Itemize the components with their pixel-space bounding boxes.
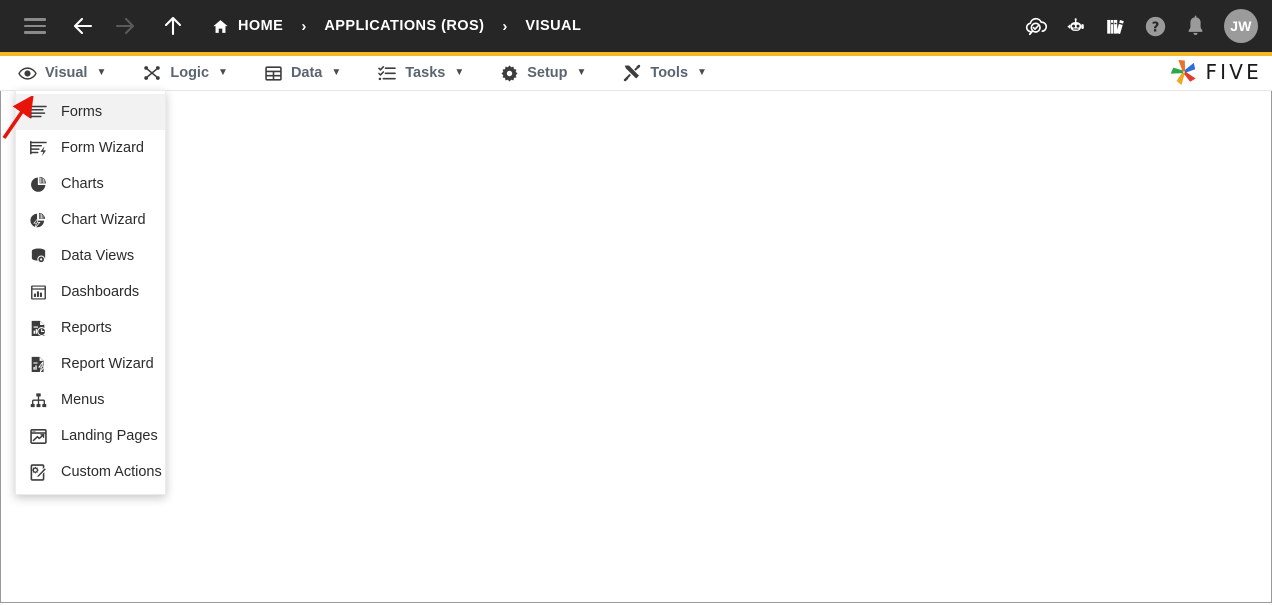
arrow-right-icon — [115, 17, 135, 35]
visual-dropdown-menu: Forms Form Wizard Charts Chart Wizard Da… — [15, 90, 166, 495]
menu-setup[interactable]: Setup ▼ — [500, 64, 586, 83]
cloud-search-button[interactable] — [1020, 11, 1050, 41]
top-header-bar: HOME › APPLICATIONS (ROS) › VISUAL ? JW — [0, 0, 1272, 52]
sitemap-icon — [29, 391, 48, 410]
breadcrumb-item-home[interactable]: HOME — [212, 18, 283, 35]
arrow-left-icon — [73, 17, 93, 35]
menu-item-label: Landing Pages — [61, 428, 158, 444]
home-icon — [213, 19, 228, 33]
breadcrumb-label: APPLICATIONS (ROS) — [324, 18, 485, 34]
report-wizard-icon — [29, 355, 48, 374]
table-grid-icon — [264, 64, 283, 83]
menu-item-label: Forms — [61, 104, 103, 120]
custom-action-icon — [29, 463, 48, 482]
menu-item-chart-wizard[interactable]: Chart Wizard — [16, 202, 165, 238]
library-books-icon — [1106, 19, 1124, 34]
chevron-down-icon: ▼ — [218, 67, 228, 78]
form-lines-icon — [29, 103, 48, 122]
bell-icon — [1188, 15, 1202, 35]
menu-data[interactable]: Data ▼ — [264, 64, 341, 83]
menu-item-label: Form Wizard — [61, 140, 144, 156]
menu-item-label: Menus — [61, 392, 105, 408]
menu-label: Setup — [527, 65, 568, 81]
chat-bot-button[interactable] — [1060, 11, 1090, 41]
breadcrumb-label: HOME — [238, 18, 284, 34]
brand-wordmark: FIVE — [1205, 60, 1262, 84]
menu-item-forms[interactable]: Forms — [16, 94, 165, 130]
breadcrumb-item-visual[interactable]: VISUAL — [525, 18, 581, 34]
breadcrumb-separator: › — [502, 17, 508, 35]
page-canvas — [0, 91, 1272, 603]
avatar[interactable]: JW — [1224, 9, 1258, 43]
form-wizard-icon — [29, 139, 48, 158]
svg-text:?: ? — [1151, 20, 1159, 35]
eye-icon — [18, 64, 37, 83]
header-actions: ? JW — [1020, 9, 1258, 43]
breadcrumb-item-applications[interactable]: APPLICATIONS (ROS) — [324, 18, 484, 34]
chevron-down-icon: ▼ — [454, 67, 465, 78]
menu-item-label: Charts — [61, 176, 104, 192]
hamburger-menu-button[interactable] — [18, 9, 52, 43]
menu-item-label: Custom Actions — [61, 464, 162, 480]
hamburger-icon — [24, 18, 46, 34]
chevron-down-icon: ▼ — [576, 67, 587, 78]
chart-wizard-icon — [29, 211, 48, 230]
menu-item-landing-pages[interactable]: Landing Pages — [16, 418, 165, 454]
chat-bot-icon — [1066, 17, 1084, 31]
menu-label: Tasks — [405, 65, 446, 81]
menu-label: Data — [290, 65, 323, 81]
database-view-icon — [29, 247, 48, 266]
brand-logo: FIVE — [1170, 58, 1262, 86]
help-button[interactable]: ? — [1140, 11, 1170, 41]
menu-item-label: Chart Wizard — [61, 212, 146, 228]
menu-label: Tools — [650, 65, 689, 81]
menu-item-label: Report Wizard — [61, 356, 154, 372]
menu-item-custom-actions[interactable]: Custom Actions — [16, 454, 165, 490]
menu-tasks[interactable]: Tasks ▼ — [377, 63, 464, 83]
breadcrumb: HOME › APPLICATIONS (ROS) › VISUAL — [212, 18, 581, 35]
report-icon — [29, 319, 48, 338]
breadcrumb-separator: › — [301, 17, 307, 35]
menu-item-menus[interactable]: Menus — [16, 382, 165, 418]
menubar-divider — [0, 90, 1272, 91]
menu-tools[interactable]: Tools ▼ — [622, 63, 707, 83]
breadcrumb-label: VISUAL — [525, 18, 582, 34]
forward-button[interactable] — [108, 9, 142, 43]
help-circle-icon: ? — [1145, 16, 1165, 36]
checklist-icon — [377, 63, 397, 83]
tools-wrench-screwdriver-icon — [622, 63, 642, 83]
chevron-down-icon: ▼ — [697, 67, 707, 78]
dashboard-icon — [29, 283, 48, 302]
chevron-down-icon: ▼ — [96, 67, 107, 78]
landing-page-icon — [29, 427, 48, 446]
menu-item-report-wizard[interactable]: Report Wizard — [16, 346, 165, 382]
menu-logic[interactable]: Logic ▼ — [142, 63, 228, 83]
gear-icon — [500, 64, 519, 83]
main-menu-bar: Visual ▼ Logic ▼ Data ▼ Tasks ▼ Setup ▼ … — [0, 56, 1272, 90]
cloud-search-icon — [1025, 17, 1047, 35]
menu-item-label: Dashboards — [61, 284, 140, 300]
five-pinwheel-logo — [1171, 59, 1197, 86]
pie-chart-icon — [29, 175, 48, 194]
menu-item-label: Data Views — [61, 248, 135, 264]
menu-visual[interactable]: Visual ▼ — [18, 64, 106, 83]
menu-label: Logic — [170, 65, 210, 81]
menu-item-reports[interactable]: Reports — [16, 310, 165, 346]
menu-label: Visual — [45, 65, 88, 81]
menu-item-charts[interactable]: Charts — [16, 166, 165, 202]
up-button[interactable] — [156, 9, 190, 43]
app-window: HOME › APPLICATIONS (ROS) › VISUAL ? JW … — [0, 0, 1272, 605]
menu-item-form-wizard[interactable]: Form Wizard — [16, 130, 165, 166]
library-button[interactable] — [1100, 11, 1130, 41]
logic-nodes-icon — [142, 63, 162, 83]
arrow-up-icon — [164, 16, 182, 36]
back-button[interactable] — [66, 9, 100, 43]
menu-item-dashboards[interactable]: Dashboards — [16, 274, 165, 310]
chevron-down-icon: ▼ — [331, 67, 342, 78]
menu-item-data-views[interactable]: Data Views — [16, 238, 165, 274]
menu-item-label: Reports — [61, 320, 112, 336]
notifications-button[interactable] — [1180, 11, 1210, 41]
